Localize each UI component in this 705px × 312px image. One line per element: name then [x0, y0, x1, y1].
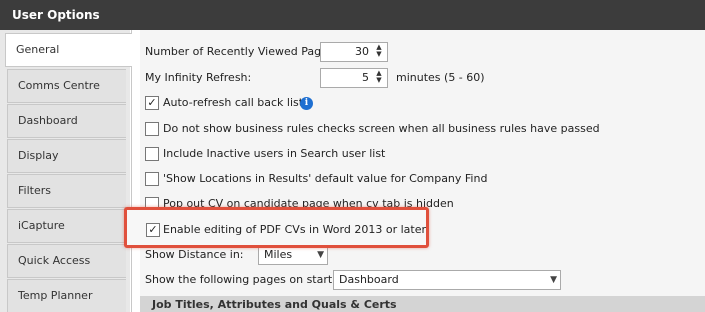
business-rules-checkbox[interactable]	[145, 122, 159, 136]
inactive-users-checkbox[interactable]	[145, 147, 159, 161]
refresh-stepper[interactable]: 5 ▲ ▼	[320, 68, 388, 88]
chevron-down-icon: ▼	[550, 275, 557, 285]
enable-pdf-editing-label: Enable editing of PDF CVs in Word 2013 o…	[163, 223, 426, 236]
enable-pdf-editing-checkbox[interactable]: ✓	[146, 223, 160, 237]
show-locations-label: 'Show Locations in Results' default valu…	[163, 172, 488, 185]
options-sidebar: General Comms Centre Dashboard Display F…	[0, 30, 132, 312]
inactive-users-label: Include Inactive users in Search user li…	[163, 147, 386, 160]
recent-pages-label: Number of Recently Viewed Pages:	[145, 45, 338, 58]
tab-temp-planner[interactable]: Temp Planner	[7, 279, 126, 312]
refresh-label: My Infinity Refresh:	[145, 71, 252, 84]
tab-dashboard[interactable]: Dashboard	[7, 104, 126, 138]
auto-refresh-label: Auto-refresh call back lists	[163, 96, 309, 109]
startup-value: Dashboard	[339, 273, 399, 286]
chevron-down-icon: ▼	[317, 250, 324, 260]
tab-comms-centre[interactable]: Comms Centre	[7, 69, 126, 103]
stepper-arrows-icon[interactable]: ▲ ▼	[373, 70, 385, 86]
stepper-arrows-icon[interactable]: ▲ ▼	[373, 44, 385, 60]
recent-pages-value: 30	[355, 45, 369, 58]
info-icon[interactable]: i	[300, 97, 313, 110]
refresh-suffix: minutes (5 - 60)	[396, 71, 485, 84]
tab-general[interactable]: General	[5, 33, 132, 67]
show-locations-checkbox[interactable]	[145, 172, 159, 186]
tab-quick-access-toolbar[interactable]: Quick Access Toolbar	[7, 244, 126, 299]
tab-display[interactable]: Display	[7, 139, 126, 173]
distance-select[interactable]: Miles ▼	[258, 245, 328, 265]
business-rules-label: Do not show business rules checks screen…	[163, 122, 600, 135]
tab-filters[interactable]: Filters	[7, 174, 126, 208]
window-title: User Options	[0, 0, 705, 30]
startup-select[interactable]: Dashboard ▼	[333, 270, 561, 290]
tab-icapture[interactable]: iCapture	[7, 209, 126, 243]
recent-pages-stepper[interactable]: 30 ▲ ▼	[320, 42, 388, 62]
distance-label: Show Distance in:	[145, 248, 244, 261]
auto-refresh-checkbox[interactable]: ✓	[145, 96, 159, 110]
refresh-value: 5	[362, 71, 369, 84]
startup-label: Show the following pages on start up:	[145, 273, 354, 286]
distance-value: Miles	[264, 248, 293, 261]
section-header[interactable]: Job Titles, Attributes and Quals & Certs	[140, 296, 705, 312]
highlight-box: ✓ Enable editing of PDF CVs in Word 2013…	[124, 207, 429, 248]
